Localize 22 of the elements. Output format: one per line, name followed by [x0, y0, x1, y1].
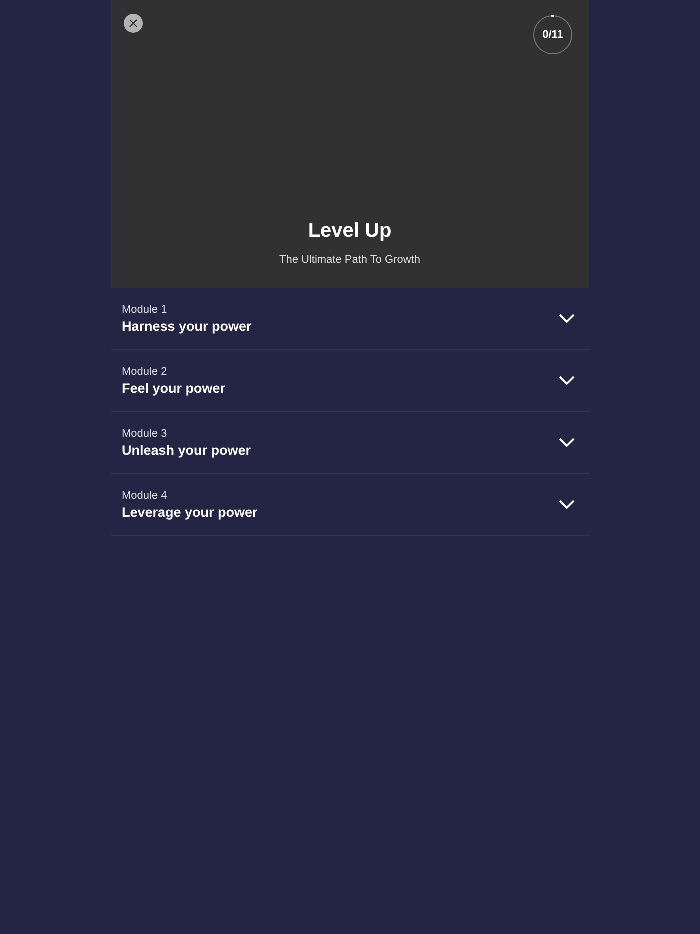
module-number: Module 3 [122, 428, 168, 440]
close-button[interactable] [124, 14, 143, 33]
chevron-down-icon [559, 438, 575, 448]
chevron-down-icon [559, 500, 575, 510]
module-row[interactable]: Module 3 Unleash your power [111, 412, 589, 474]
progress-ring [533, 15, 573, 55]
module-row[interactable]: Module 2 Feel your power [111, 350, 589, 412]
module-title: Feel your power [122, 380, 226, 396]
module-title: Unleash your power [122, 442, 252, 458]
course-title: Level Up [308, 220, 392, 243]
module-row[interactable]: Module 4 Leverage your power [111, 474, 589, 536]
module-number: Module 1 [122, 304, 168, 316]
module-title: Leverage your power [122, 504, 258, 520]
module-title: Harness your power [122, 318, 252, 334]
course-subtitle: The Ultimate Path To Growth [279, 254, 421, 266]
module-number: Module 4 [122, 490, 168, 502]
module-number: Module 2 [122, 366, 168, 378]
progress-label: 0/11 [542, 30, 564, 40]
chevron-down-icon [559, 314, 575, 324]
close-icon [129, 19, 138, 28]
module-row[interactable]: Module 1 Harness your power [111, 288, 589, 350]
chevron-down-icon [559, 376, 575, 386]
